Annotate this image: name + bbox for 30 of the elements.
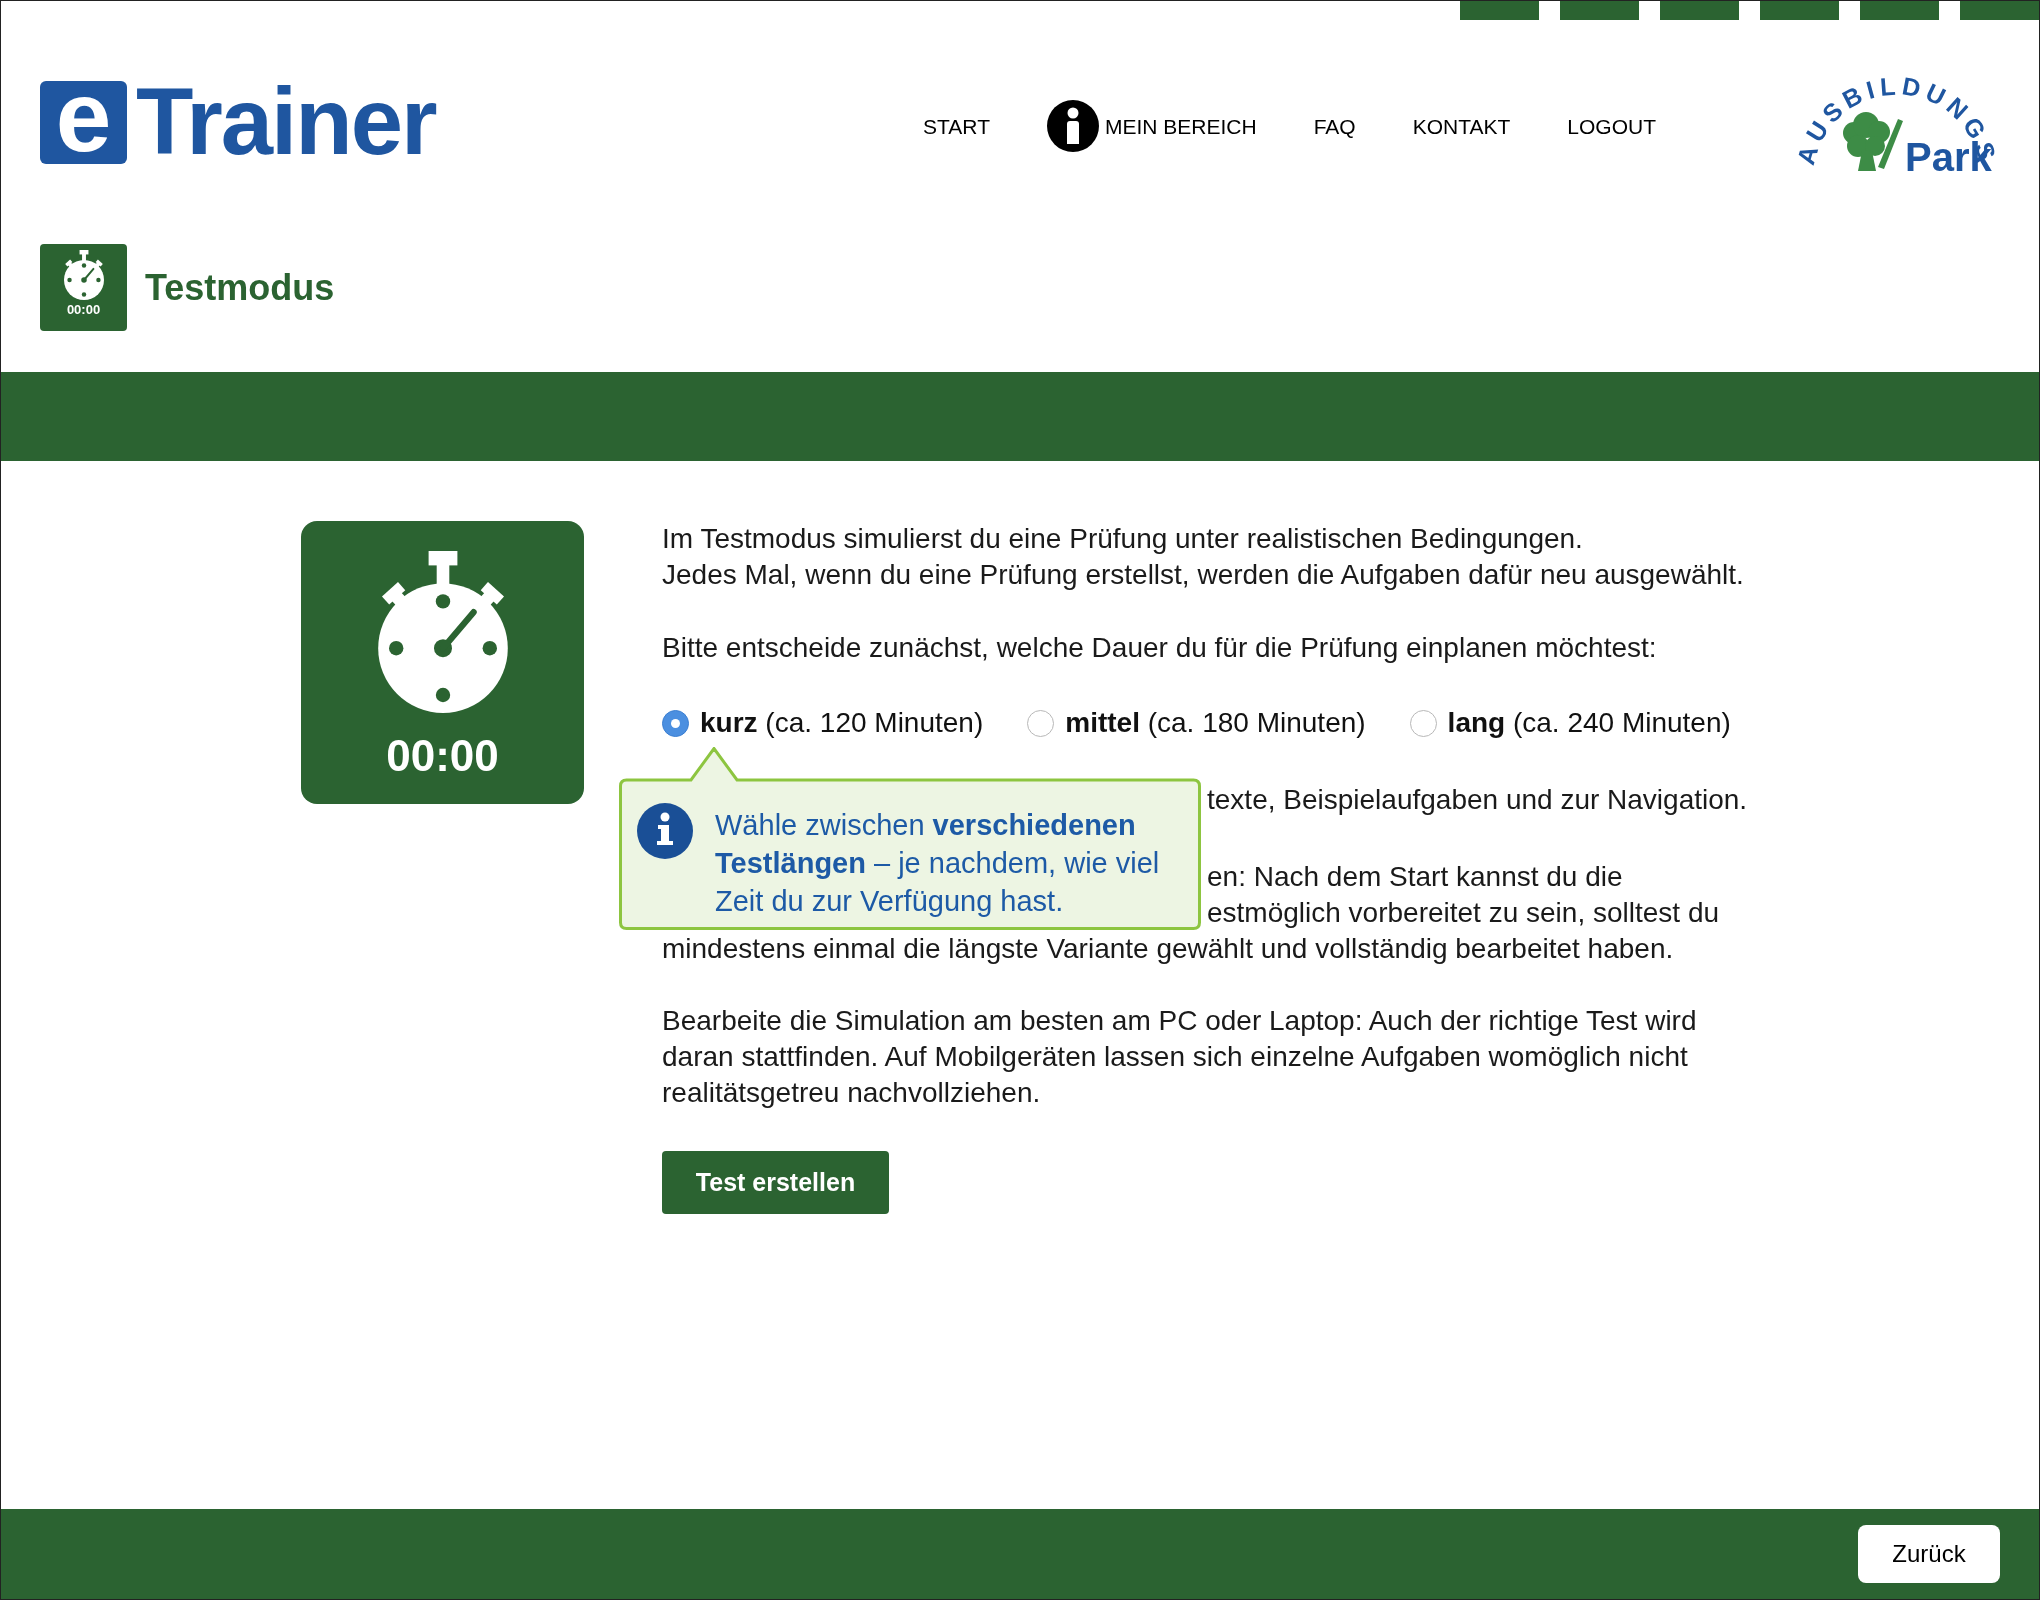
logo-wordmark: Trainer (136, 75, 436, 169)
intro-paragraph: Im Testmodus simulierst du eine Prüfung unter realistischen Bedingungen. Jedes Mal, wenn du eine Prüfung erstellst, werden die Aufgaben dafür neu ausgewählt. (662, 522, 1744, 592)
timer-display: 00:00 (386, 731, 499, 781)
text-fragment: estmöglich vorbereitet zu sein, solltest du (1207, 896, 1720, 930)
text-fragment: en: Nach dem Start kannst du die (1207, 860, 1623, 894)
info-icon (637, 803, 693, 859)
device-hint-paragraph: Bearbeite die Simulation am besten am PC oder Laptop: Auch der richtige Test wird daran stattfinden. Auf Mobilgeräten lassen sich einzelne Aufgaben womöglich nicht realitätsgetreu nachvollziehen. (662, 1004, 1697, 1110)
radio-label[interactable]: mittel (ca. 180 Minuten) (1065, 705, 1366, 741)
tooltip-text: Wähle zwischen verschiedenen Testlängen – je nachdem, wie viel Zeit du zur Verfügung hast. (715, 808, 1160, 919)
nav-link[interactable]: START (923, 115, 990, 137)
logo-mark: e (40, 80, 127, 164)
timer-text: 00:00 (66, 302, 101, 318)
radio-button[interactable] (662, 709, 689, 737)
nav-link[interactable]: FAQ (1313, 115, 1356, 137)
radio-button[interactable] (1027, 709, 1055, 737)
nav-link[interactable]: LOGOUT (1567, 115, 1656, 137)
page-title: Testmodus (145, 269, 335, 306)
stopwatch-icon (377, 551, 508, 713)
text-line: mindestens einmal die längste Variante gewählt und vollständig bearbeitet haben. (662, 932, 1674, 966)
text-fragment: texte, Beispielaufgaben und zur Navigation. (1207, 783, 1748, 817)
create-test-button[interactable]: Test erstellen (662, 1151, 889, 1214)
info-icon (1047, 100, 1099, 152)
back-button[interactable]: Zurück (1858, 1525, 2000, 1583)
stopwatch-icon (63, 250, 104, 300)
nav-link[interactable]: KONTAKT (1412, 115, 1511, 137)
radio-button[interactable] (1409, 709, 1437, 737)
nav-link[interactable]: MEIN BEREICH (1047, 100, 1257, 152)
radio-label[interactable]: kurz (ca. 120 Minuten) (700, 705, 984, 741)
prompt-text: Bitte entscheide zunächst, welche Dauer du für die Prüfung einplanen möchtest: (662, 631, 1657, 665)
radio-label[interactable]: lang (ca. 240 Minuten) (1447, 705, 1731, 741)
